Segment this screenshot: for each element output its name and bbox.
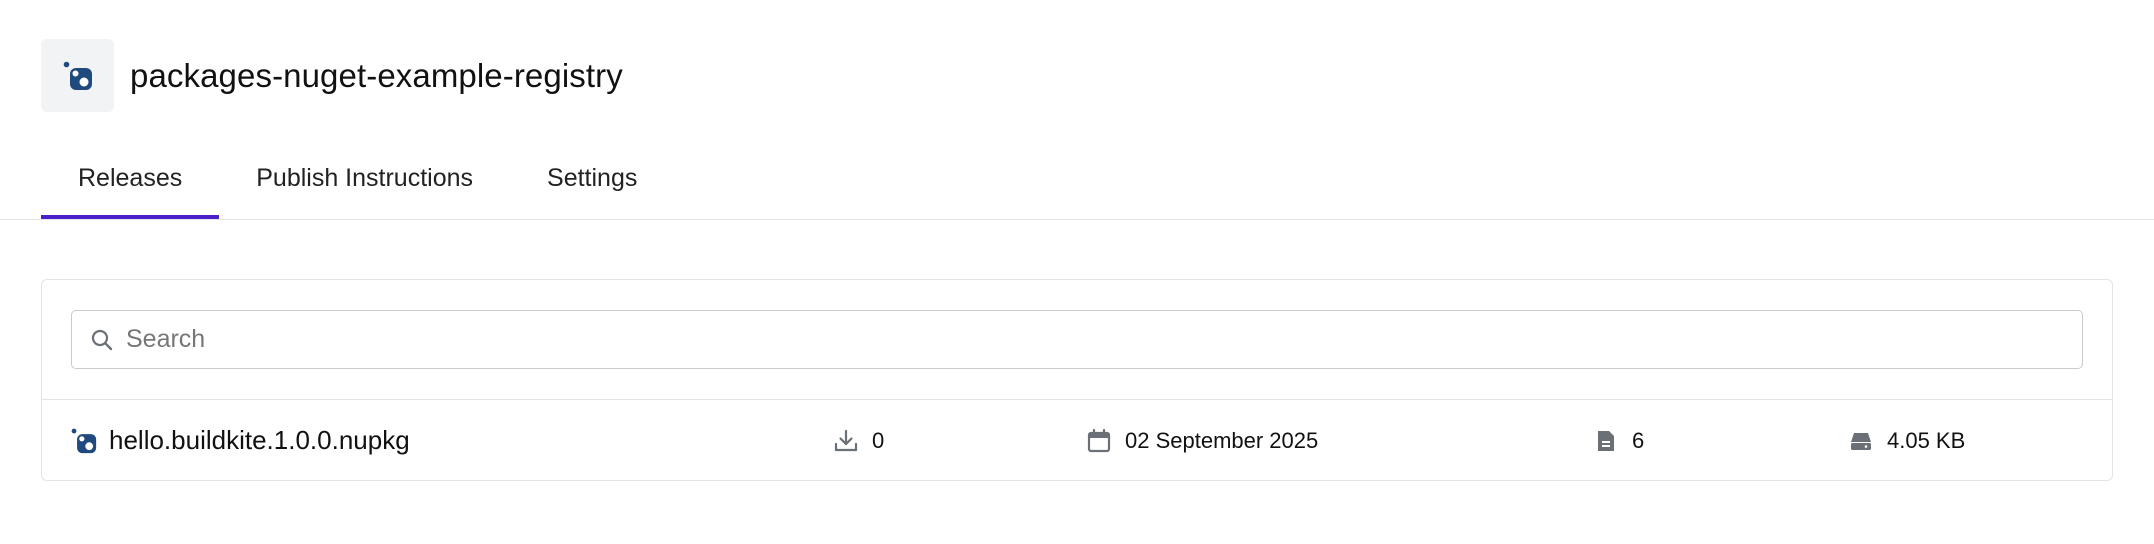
date-cell: 02 September 2025 bbox=[1086, 400, 1318, 481]
search-input[interactable] bbox=[124, 324, 2082, 355]
package-name-link[interactable]: hello.buildkite.1.0.0.nupkg bbox=[109, 425, 410, 456]
tab-publish-instructions[interactable]: Publish Instructions bbox=[219, 150, 510, 220]
calendar-icon bbox=[1086, 428, 1112, 454]
registry-logo bbox=[41, 39, 114, 112]
size-cell: 4.05 KB bbox=[1848, 400, 1965, 481]
files-cell: 6 bbox=[1593, 400, 1644, 481]
tab-bar: Releases Publish Instructions Settings bbox=[41, 150, 674, 220]
file-count: 6 bbox=[1632, 427, 1645, 453]
search-icon bbox=[90, 328, 114, 352]
tabs-divider bbox=[0, 219, 2154, 220]
table-row[interactable]: hello.buildkite.1.0.0.nupkg 0 02 Septemb… bbox=[42, 400, 2112, 481]
download-icon bbox=[833, 428, 859, 454]
search-box[interactable] bbox=[71, 310, 2083, 369]
downloads-cell: 0 bbox=[833, 400, 884, 481]
nuget-logo-icon bbox=[63, 61, 92, 90]
release-date: 02 September 2025 bbox=[1125, 427, 1319, 453]
releases-card: hello.buildkite.1.0.0.nupkg 0 bbox=[41, 279, 2113, 481]
package-size: 4.05 KB bbox=[1887, 427, 1966, 453]
nuget-package-icon bbox=[71, 428, 97, 453]
registry-header: packages-nuget-example-registry bbox=[41, 39, 623, 112]
package-name-cell: hello.buildkite.1.0.0.nupkg bbox=[71, 400, 410, 481]
page-title: packages-nuget-example-registry bbox=[130, 56, 623, 94]
file-icon bbox=[1593, 428, 1619, 454]
tab-releases[interactable]: Releases bbox=[41, 150, 220, 220]
tab-settings[interactable]: Settings bbox=[510, 150, 674, 220]
download-count: 0 bbox=[872, 427, 885, 453]
storage-drive-icon bbox=[1848, 428, 1874, 454]
registry-page: packages-nuget-example-registry Releases… bbox=[0, 0, 2154, 544]
